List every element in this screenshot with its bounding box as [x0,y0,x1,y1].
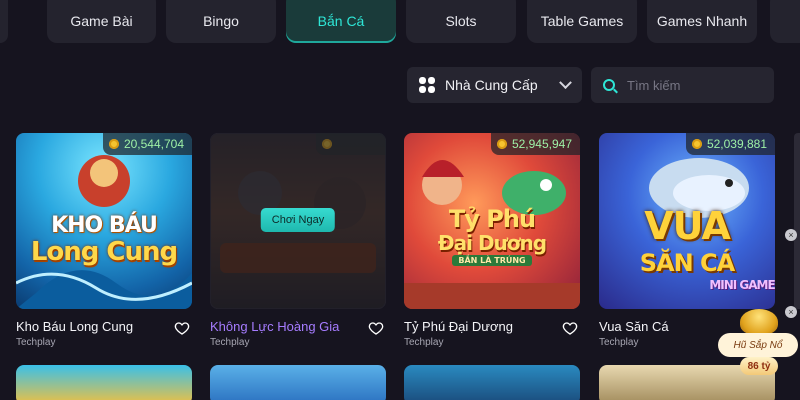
heart-icon[interactable] [368,320,384,336]
art-title-line1: Tỷ Phú [448,205,536,233]
coin-icon [322,139,332,149]
game-thumbnail[interactable]: VUA SĂN CÁ MINI GAME 52,039,881 [599,133,775,309]
game-provider: Techplay [16,337,56,348]
game-name[interactable]: Kho Báu Long Cung [16,319,192,335]
chevron-down-icon [559,75,572,89]
floating-jackpot-label: Hũ Sắp Nổ [718,333,798,357]
search-icon [603,79,615,91]
game-card-row2-1[interactable] [16,365,192,400]
game-card-row2-2[interactable] [210,365,386,400]
provider-dropdown-label: Nhà Cung Cấp [445,77,538,93]
search-box[interactable] [591,67,774,103]
tab-games-nhanh[interactable]: Games Nhanh [647,0,757,43]
tab-partial-left[interactable] [0,0,8,43]
game-name[interactable]: Tỷ Phú Đại Dương [404,319,580,335]
coin-icon [108,139,119,149]
jackpot-value: 52,945,947 [511,137,572,151]
jackpot-pot-icon [740,309,778,335]
jackpot-value: 20,544,704 [123,137,184,151]
play-now-button[interactable]: Chơi Ngay [260,208,336,232]
jackpot-value: 52,039,881 [706,137,767,151]
game-card-partial[interactable] [794,133,800,309]
art-title-line2: SĂN CÁ [639,249,736,277]
art-title-line3: BẮN LÀ TRÚNG [404,255,580,266]
tab-ban-ca[interactable]: Bắn Cá [286,0,396,43]
art-title-line2: Đại Dương [437,231,547,255]
provider-dropdown[interactable]: Nhà Cung Cấp [407,67,582,103]
close-icon[interactable]: × [785,229,797,241]
tab-table-games[interactable]: Table Games [527,0,637,43]
search-input[interactable] [627,77,757,93]
floating-jackpot-value: 86 tỷ [740,357,778,375]
game-thumbnail[interactable]: Chơi Ngay [210,133,386,309]
floating-jackpot-widget[interactable]: Hũ Sắp Nổ 86 tỷ [718,307,798,383]
game-name[interactable]: Không Lực Hoàng Gia [210,319,386,335]
jackpot-badge: 52,945,947 [490,133,580,155]
game-provider: Techplay [404,337,444,348]
coin-icon [496,139,507,149]
heart-icon[interactable] [562,320,578,336]
tab-slots[interactable]: Slots [406,0,516,43]
close-icon[interactable]: × [785,306,797,318]
heart-icon[interactable] [174,320,190,336]
jackpot-badge [316,133,386,155]
game-card-row2-3[interactable] [404,365,580,400]
game-thumbnail[interactable]: KHO BÁU Long Cung 20,544,704 [16,133,192,309]
game-card-ty-phu-dai-duong[interactable]: Tỷ Phú Đại Dương BẮN LÀ TRÚNG 52,945,947… [404,133,580,348]
game-thumbnail[interactable]: Tỷ Phú Đại Dương BẮN LÀ TRÚNG 52,945,947 [404,133,580,309]
tab-bingo[interactable]: Bingo [166,0,276,43]
game-card-khong-luc-hoang-gia[interactable]: Chơi Ngay Không Lực Hoàng Gia Techplay [210,133,386,348]
grid-icon [419,77,435,93]
game-provider: Techplay [210,337,250,348]
game-card-kho-bau-long-cung[interactable]: KHO BÁU Long Cung 20,544,704 Kho Báu Lon… [16,133,192,348]
jackpot-badge: 52,039,881 [685,133,775,155]
category-tabs: Game Bài Bingo Bắn Cá Slots Table Games … [0,0,800,44]
tab-game-bai[interactable]: Game Bài [47,0,156,43]
tab-partial-right[interactable] [770,0,800,43]
coin-icon [691,139,702,149]
art-title-line1: KHO BÁU [51,213,158,238]
art-title-line3: MINI GAME [709,278,775,292]
art-title-line2: Long Cung [30,237,178,267]
art-title-line1: VUA [644,204,731,248]
jackpot-badge: 20,544,704 [102,133,192,155]
